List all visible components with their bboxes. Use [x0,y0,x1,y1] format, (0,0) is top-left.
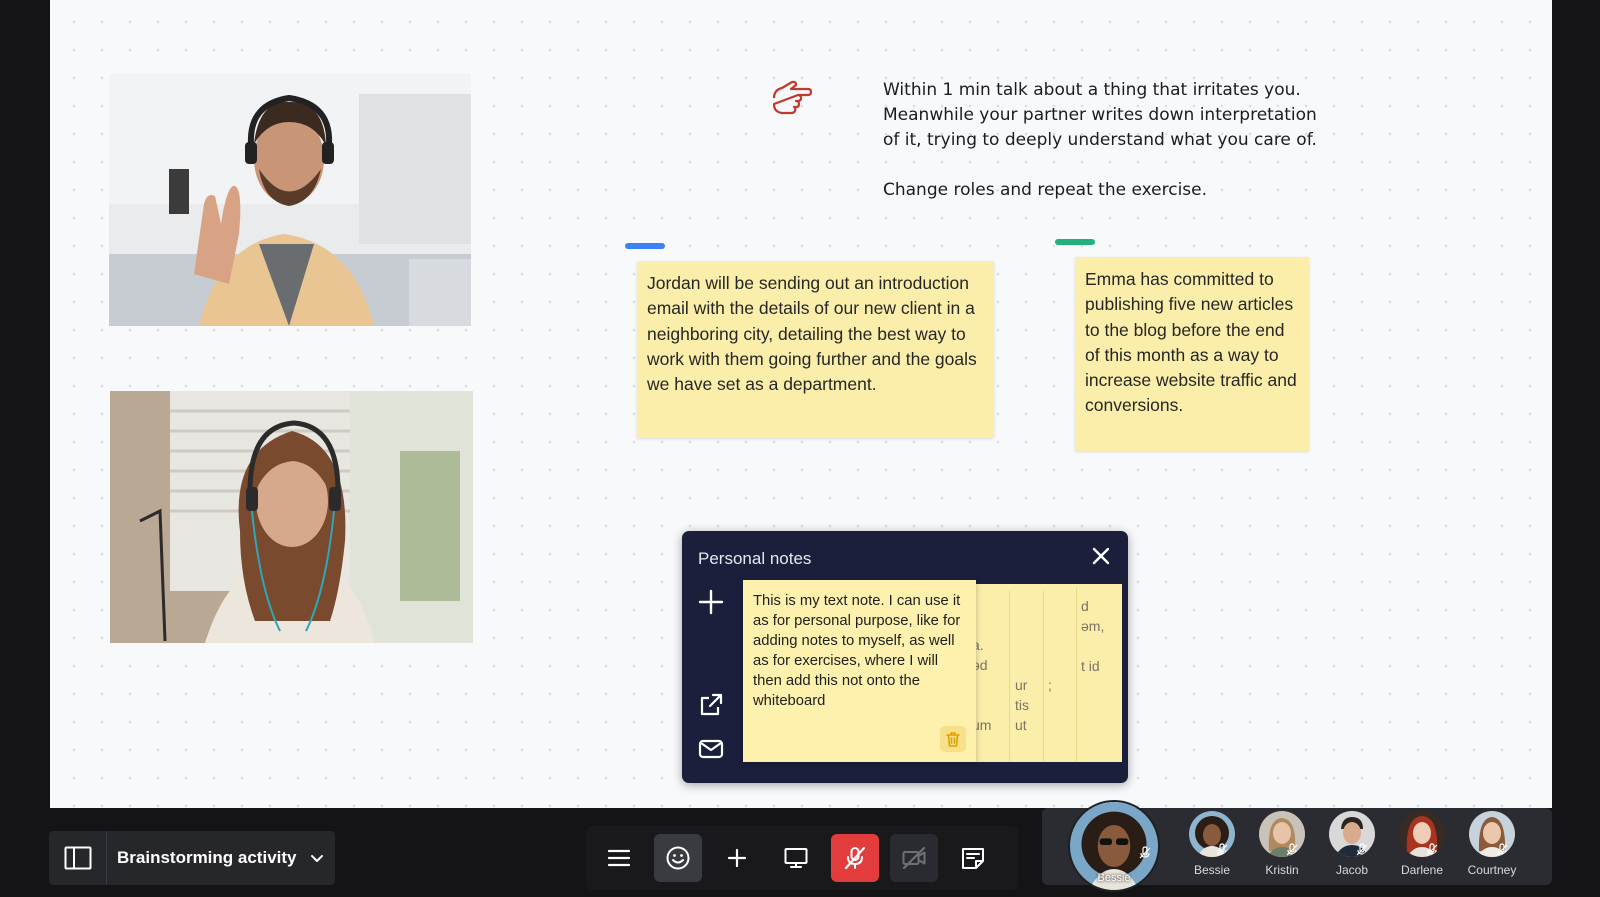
personal-text-note[interactable]: This is my text note. I can use it as fo… [743,580,976,762]
participant-name: Kristin [1265,863,1299,877]
participants-strip: Bessie Bessie Kristin Jacob Darlene Cour… [1042,800,1552,892]
microphone-muted-icon [1139,846,1151,859]
microphone-muted-icon [1496,843,1508,856]
man-waving-video [109,74,471,326]
microphone-toggle-button[interactable] [831,834,879,882]
microphone-muted-icon [1426,843,1438,856]
camera-off-icon [902,846,926,870]
active-speaker-avatar[interactable]: Bessie [1068,800,1160,892]
personal-notes-title: Personal notes [698,549,812,568]
sticky-author-tag-blue [625,243,665,249]
monitor-icon [784,848,808,868]
video-tile-man[interactable] [109,74,471,326]
board-name[interactable]: Brainstorming activity [117,848,297,868]
video-tile-woman[interactable] [110,391,473,643]
sticky-author-tag-green [1055,239,1095,245]
menu-button[interactable] [595,834,643,882]
avatar [1399,811,1445,857]
participant-kristin[interactable]: Kristin [1250,811,1314,877]
participant-name: Bessie [1193,863,1231,877]
participant-name: Darlene [1400,863,1444,877]
participant-jacob[interactable]: Jacob [1320,811,1384,877]
reactions-button[interactable] [654,834,702,882]
add-button[interactable] [713,834,761,882]
participant-name: Jacob [1335,863,1369,877]
mail-icon[interactable] [697,735,725,763]
sticky-note-emma[interactable]: Emma has committed to publishing five ne… [1075,257,1309,451]
add-note-button[interactable] [697,588,725,616]
participant-darlene[interactable]: Darlene [1390,811,1454,877]
stacked-note-fragment: d əm, t id [1076,587,1116,762]
toggle-sidebar-button[interactable] [49,831,107,885]
avatar [1259,811,1305,857]
delete-note-button[interactable] [940,726,966,752]
woman-headphones-video [110,391,473,643]
participant-name: Courtney [1467,863,1517,877]
meeting-toolbar [586,826,1018,890]
stacked-note-fragment: ; [1043,591,1067,762]
personal-notes-panel[interactable]: Personal notes a. əd um ur tis ut ; d əm… [682,531,1128,783]
hamburger-menu-icon [607,849,631,867]
participant-courtney[interactable]: Courtney [1460,811,1524,877]
instruction-text-repeat: Change roles and repeat the exercise. [883,180,1208,200]
microphone-muted-icon [1356,843,1368,856]
external-link-icon[interactable] [697,691,725,719]
trash-icon [946,732,960,747]
screen-share-button[interactable] [772,834,820,882]
microphone-muted-icon [1216,843,1228,856]
pointing-hand-icon [772,80,812,115]
plus-icon [727,848,747,868]
sidebar-panel-icon [64,846,91,870]
avatar [1469,811,1515,857]
sticky-note-icon [962,848,984,869]
camera-toggle-button[interactable] [890,834,938,882]
board-selector[interactable]: Brainstorming activity [49,831,335,885]
chevron-down-icon[interactable] [309,850,325,866]
notes-button[interactable] [949,834,997,882]
avatar [1189,811,1235,857]
instruction-text-main: Within 1 min talk about a thing that irr… [883,80,1317,150]
close-icon[interactable] [1090,545,1112,567]
microphone-muted-icon [844,846,866,870]
microphone-muted-icon [1286,843,1298,856]
stacked-note-fragment: ur tis ut [1009,591,1043,762]
smiley-icon [666,846,690,870]
participant-bessie[interactable]: Bessie [1180,811,1244,877]
sticky-note-jordan[interactable]: Jordan will be sending out an introducti… [637,261,994,438]
personal-text-note-content: This is my text note. I can use it as fo… [753,593,961,709]
active-speaker-name: Bessie [1097,872,1131,884]
avatar [1329,811,1375,857]
